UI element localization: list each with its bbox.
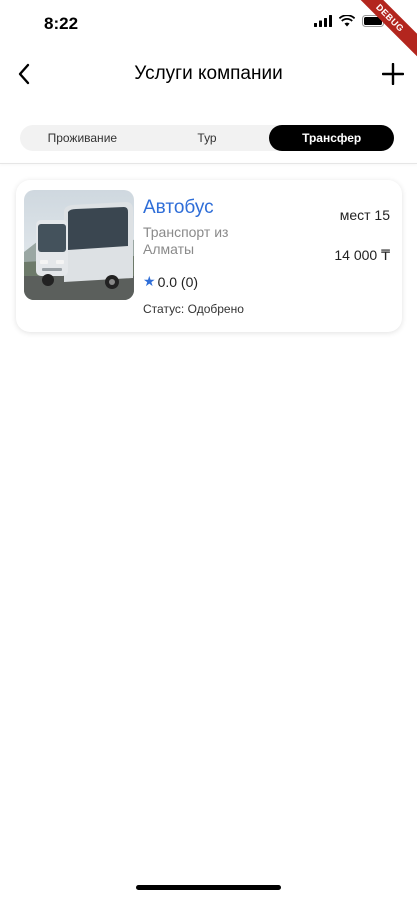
service-title: Автобус — [143, 197, 214, 218]
rating-value: 0.0 (0) — [157, 273, 199, 290]
plus-icon — [382, 63, 404, 85]
page-title: Услуги компании — [134, 63, 283, 84]
tab-tour[interactable]: Тур — [145, 125, 270, 151]
app-bar: Услуги компании — [0, 50, 417, 98]
service-rating: ★ 0.0 (0) — [143, 273, 198, 290]
star-icon: ★ — [143, 273, 156, 289]
service-seats: мест 15 — [339, 207, 390, 223]
home-indicator[interactable] — [136, 885, 281, 890]
service-status: Статус: Одобрено — [143, 302, 244, 316]
service-type-tabs: Проживание Тур Трансфер — [20, 125, 395, 151]
header-divider — [0, 163, 417, 164]
status-bar: 8:22 DEBUG — [0, 0, 417, 63]
status-icons — [314, 15, 387, 27]
signal-icon — [314, 15, 332, 27]
status-value: Одобрено — [187, 302, 244, 316]
service-subtitle: Транспорт из Алматы — [143, 224, 229, 257]
service-price: 14 000 ₸ — [334, 247, 390, 263]
service-card[interactable]: Автобус Транспорт из Алматы ★ 0.0 (0) Ст… — [16, 180, 402, 332]
status-time: 8:22 — [44, 14, 79, 33]
service-image — [24, 190, 134, 300]
tab-transfer[interactable]: Трансфер — [269, 125, 395, 151]
tab-accommodation[interactable]: Проживание — [20, 125, 145, 151]
status-label: Статус: — [143, 302, 185, 316]
add-service-button[interactable] — [379, 60, 407, 88]
wifi-icon — [339, 15, 355, 27]
